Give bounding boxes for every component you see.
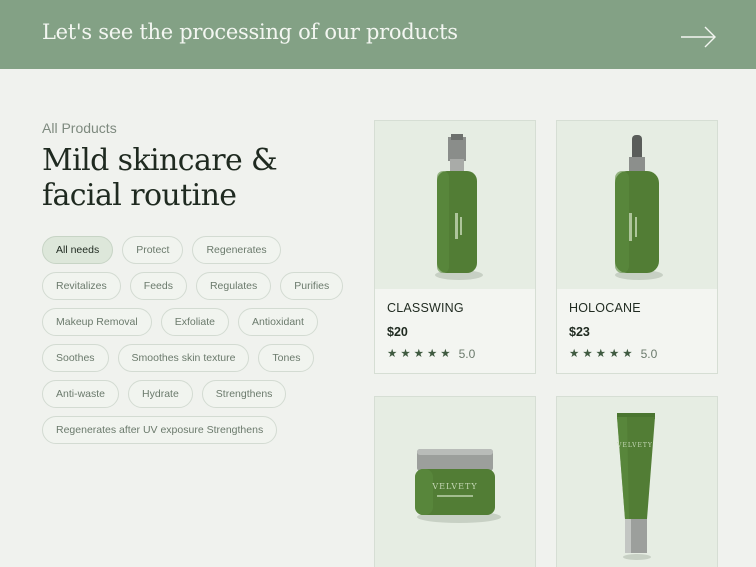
product-rating: ★ ★ ★ ★ ★ 5.0 bbox=[387, 347, 523, 361]
filter-chip[interactable]: Antioxidant bbox=[237, 308, 318, 336]
star-icon: ★ bbox=[569, 348, 580, 360]
breadcrumb[interactable]: All Products bbox=[42, 120, 117, 136]
product-price: $20 bbox=[387, 325, 408, 339]
rating-value: 5.0 bbox=[640, 347, 658, 361]
star-rating: ★ ★ ★ ★ ★ bbox=[569, 348, 633, 360]
filter-chip[interactable]: Regenerates bbox=[192, 236, 281, 264]
product-card[interactable]: VELVETY bbox=[556, 396, 718, 567]
banner-title: Let's see the processing of our products bbox=[42, 20, 458, 44]
filter-chip[interactable]: Exfoliate bbox=[160, 308, 229, 336]
star-icon: ★ bbox=[622, 348, 633, 360]
product-image: VELVETY bbox=[557, 397, 717, 567]
tube-brand-label: VELVETY bbox=[616, 442, 653, 449]
filter-chip-row: Makeup Removal Exfoliate Antioxidant bbox=[42, 308, 342, 336]
filter-chip[interactable]: Revitalizes bbox=[42, 272, 121, 300]
product-rating: ★ ★ ★ ★ ★ 5.0 bbox=[569, 347, 705, 361]
filter-chip[interactable]: Regulates bbox=[195, 272, 272, 300]
filter-chip[interactable]: Anti-waste bbox=[42, 380, 120, 408]
star-icon: ★ bbox=[595, 348, 606, 360]
rating-value: 5.0 bbox=[458, 347, 476, 361]
product-price: $23 bbox=[569, 325, 590, 339]
header-banner: Let's see the processing of our products bbox=[0, 0, 756, 69]
product-image bbox=[375, 121, 535, 289]
tube-image: VELVETY bbox=[616, 413, 655, 560]
filter-chip-row: Revitalizes Feeds Regulates Purifies bbox=[42, 272, 344, 300]
star-icon: ★ bbox=[440, 348, 451, 360]
product-card[interactable]: CLASSWING $20 ★ ★ ★ ★ ★ 5.0 bbox=[374, 120, 536, 374]
star-rating: ★ ★ ★ ★ ★ bbox=[387, 348, 451, 360]
filter-chip[interactable]: Strengthens bbox=[201, 380, 287, 408]
star-icon: ★ bbox=[413, 348, 424, 360]
product-name: CLASSWING bbox=[387, 301, 464, 315]
page-title: Mild skincare & facial routine bbox=[42, 143, 278, 213]
jar-brand-label: VELVETY bbox=[431, 482, 477, 491]
filter-chip[interactable]: Makeup Removal bbox=[42, 308, 152, 336]
filter-chip[interactable]: Feeds bbox=[129, 272, 187, 300]
filter-chip[interactable]: Protect bbox=[122, 236, 184, 264]
product-card[interactable]: HOLOCANE $23 ★ ★ ★ ★ ★ 5.0 bbox=[556, 120, 718, 374]
product-image: VELVETY bbox=[375, 397, 535, 567]
star-icon: ★ bbox=[608, 348, 620, 360]
filter-chip-row: Regenerates after UV exposure Strengthen… bbox=[42, 416, 342, 444]
star-icon: ★ bbox=[387, 348, 398, 360]
filter-chip[interactable]: Tones bbox=[258, 344, 315, 372]
arrow-right-icon[interactable] bbox=[680, 25, 718, 49]
star-icon: ★ bbox=[582, 348, 593, 360]
filter-chip-row: Soothes Smoothes skin texture Tones bbox=[42, 344, 342, 372]
star-icon: ★ bbox=[426, 348, 438, 360]
product-card[interactable]: VELVETY bbox=[374, 396, 536, 567]
filter-chip[interactable]: Smoothes skin texture bbox=[117, 344, 250, 372]
cream-jar-image: VELVETY bbox=[415, 449, 501, 523]
dropper-bottle-image bbox=[615, 135, 663, 280]
product-name: HOLOCANE bbox=[569, 301, 641, 315]
filter-chip[interactable]: Regenerates after UV exposure Strengthen… bbox=[42, 416, 278, 444]
filter-chip[interactable]: Purifies bbox=[280, 272, 344, 300]
spray-bottle-image bbox=[435, 134, 483, 280]
filter-chip[interactable]: Hydrate bbox=[128, 380, 193, 408]
filter-chip[interactable]: All needs bbox=[42, 236, 114, 264]
filter-chip-group: All needs Protect Regenerates Revitalizes Fe… bbox=[42, 236, 344, 452]
filter-chip[interactable]: Soothes bbox=[42, 344, 109, 372]
filter-chip-row: All needs Protect Regenerates bbox=[42, 236, 342, 264]
product-image bbox=[557, 121, 717, 289]
filter-chip-row: Anti-waste Hydrate Strengthens bbox=[42, 380, 342, 408]
star-icon: ★ bbox=[400, 348, 411, 360]
